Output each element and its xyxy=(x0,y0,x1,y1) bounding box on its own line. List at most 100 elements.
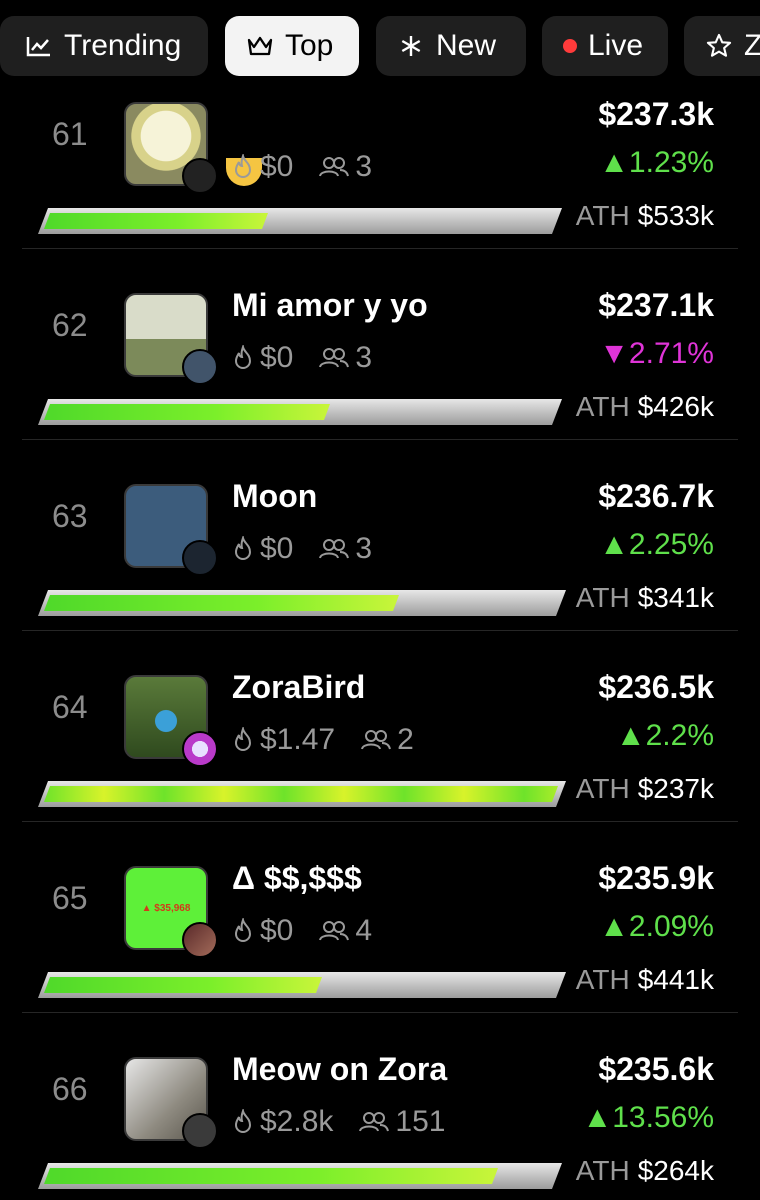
market-cap: $235.9k xyxy=(598,860,714,896)
holders-icon xyxy=(361,729,392,751)
flame-icon xyxy=(232,727,254,753)
creator-avatar[interactable] xyxy=(182,731,218,767)
coin-row[interactable]: 62 Mi amor y yo $0 3 $237.1k ▼2.71% ATH $… xyxy=(0,249,760,440)
ath-label: ATH xyxy=(575,200,630,231)
progress-fill xyxy=(44,595,399,611)
tab-top-label: Top xyxy=(285,29,334,62)
all-time-high: ATH $341k xyxy=(576,582,714,614)
burn-value: $0 xyxy=(260,341,294,374)
asterisk-icon xyxy=(396,31,426,61)
market-cap: $237.1k xyxy=(598,287,714,323)
holders-icon xyxy=(319,538,350,560)
ath-value: $441k xyxy=(637,964,714,995)
ath-label: ATH xyxy=(575,582,630,613)
coin-rank: 64 xyxy=(52,689,88,725)
ath-value: $264k xyxy=(637,1155,714,1186)
progress-bar xyxy=(38,590,566,616)
progress-fill xyxy=(44,977,322,993)
market-cap: $236.5k xyxy=(598,669,714,705)
progress-bar xyxy=(38,399,562,425)
burn-value: $0 xyxy=(260,914,294,947)
crown-icon xyxy=(245,31,275,61)
burn-value: $0 xyxy=(260,532,294,565)
change-value: 2.09% xyxy=(628,910,714,943)
market-cap: $236.7k xyxy=(598,478,714,514)
change-value: 2.25% xyxy=(628,528,714,561)
price-change: ▲1.23% xyxy=(599,146,714,180)
holders-icon xyxy=(319,156,350,178)
creator-avatar[interactable] xyxy=(182,922,218,958)
tab-new-label: New xyxy=(436,29,497,62)
change-arrow-icon: ▲ xyxy=(599,910,629,943)
coin-title: Meow on Zora xyxy=(232,1051,448,1087)
change-value: 2.2% xyxy=(645,719,714,752)
tab-trending[interactable]: Trending xyxy=(0,16,208,76)
flame-icon xyxy=(232,536,254,562)
holders-count: 151 xyxy=(395,1105,446,1138)
coin-stats: $0 3 xyxy=(232,532,372,566)
progress-bar xyxy=(38,972,566,998)
coin-row[interactable]: 63 Moon $0 3 $236.7k ▲2.25% ATH $341k xyxy=(0,440,760,631)
coin-rank: 65 xyxy=(52,880,88,916)
change-value: 2.71% xyxy=(628,337,714,370)
progress-bar xyxy=(38,208,562,234)
coin-title: Moon xyxy=(232,478,318,514)
flame-icon xyxy=(232,1109,254,1135)
burn-value: $0 xyxy=(260,150,294,183)
holders-icon xyxy=(319,920,350,942)
ath-label: ATH xyxy=(575,773,630,804)
price-change: ▲13.56% xyxy=(583,1101,714,1135)
change-arrow-icon: ▼ xyxy=(599,337,629,370)
creator-avatar[interactable] xyxy=(182,540,218,576)
change-arrow-icon: ▲ xyxy=(599,146,629,179)
change-arrow-icon: ▲ xyxy=(599,528,629,561)
tab-top[interactable]: Top xyxy=(225,16,359,76)
coin-stats: $0 4 xyxy=(232,914,372,948)
coin-rank: 63 xyxy=(52,498,88,534)
ath-label: ATH xyxy=(575,391,630,422)
tab-new[interactable]: New xyxy=(376,16,526,76)
coin-stats: $0 3 xyxy=(232,341,372,375)
creator-avatar[interactable] xyxy=(182,1113,218,1149)
coin-stats: $1.47 2 xyxy=(232,723,414,757)
price-change: ▼2.71% xyxy=(599,337,714,371)
market-cap: $235.6k xyxy=(598,1051,714,1087)
holders-count: 3 xyxy=(355,341,373,374)
burn-value: $2.8k xyxy=(260,1105,334,1138)
all-time-high: ATH $237k xyxy=(576,773,714,805)
creator-avatar[interactable] xyxy=(182,158,218,194)
coin-row[interactable]: 65 ▲ $35,968 Δ $$,$$$ $0 4 $235.9k ▲2.09… xyxy=(0,822,760,1013)
coin-row[interactable]: 64 ZoraBird $1.47 2 $236.5k ▲2.2% ATH $23… xyxy=(0,631,760,822)
flame-icon xyxy=(232,345,254,371)
all-time-high: ATH $426k xyxy=(576,391,714,423)
market-cap: $237.3k xyxy=(598,96,714,132)
holders-icon xyxy=(359,1111,390,1133)
thumb-text: ▲ $35,968 xyxy=(141,902,191,914)
filter-tabs: Trending Top New Live Z xyxy=(0,0,760,92)
creator-avatar[interactable] xyxy=(182,349,218,385)
change-arrow-icon: ▲ xyxy=(615,719,646,752)
tab-z[interactable]: Z xyxy=(684,16,760,76)
holders-count: 2 xyxy=(397,723,414,756)
price-change: ▲2.2% xyxy=(616,719,714,753)
coin-row[interactable]: 66 Meow on Zora $2.8k 151 $235.6k ▲13.56… xyxy=(0,1013,760,1200)
change-value: 1.23% xyxy=(628,146,714,179)
star-icon xyxy=(704,31,734,61)
all-time-high: ATH $441k xyxy=(576,964,714,996)
change-arrow-icon: ▲ xyxy=(582,1101,613,1134)
flame-icon xyxy=(232,918,254,944)
tab-live[interactable]: Live xyxy=(542,16,668,76)
progress-bar xyxy=(38,781,566,807)
holders-icon xyxy=(319,347,350,369)
burn-value: $1.47 xyxy=(260,723,336,756)
progress-fill xyxy=(44,1168,498,1184)
coin-rank: 62 xyxy=(52,307,88,343)
progress-bar xyxy=(38,1163,562,1189)
progress-fill xyxy=(44,213,268,229)
coin-title: ZoraBird xyxy=(232,669,366,705)
coin-title: Δ $$,$$$ xyxy=(232,860,362,896)
price-change: ▲2.25% xyxy=(599,528,714,562)
tab-trending-label: Trending xyxy=(64,29,182,62)
flame-icon xyxy=(232,154,254,180)
ath-label: ATH xyxy=(575,964,630,995)
